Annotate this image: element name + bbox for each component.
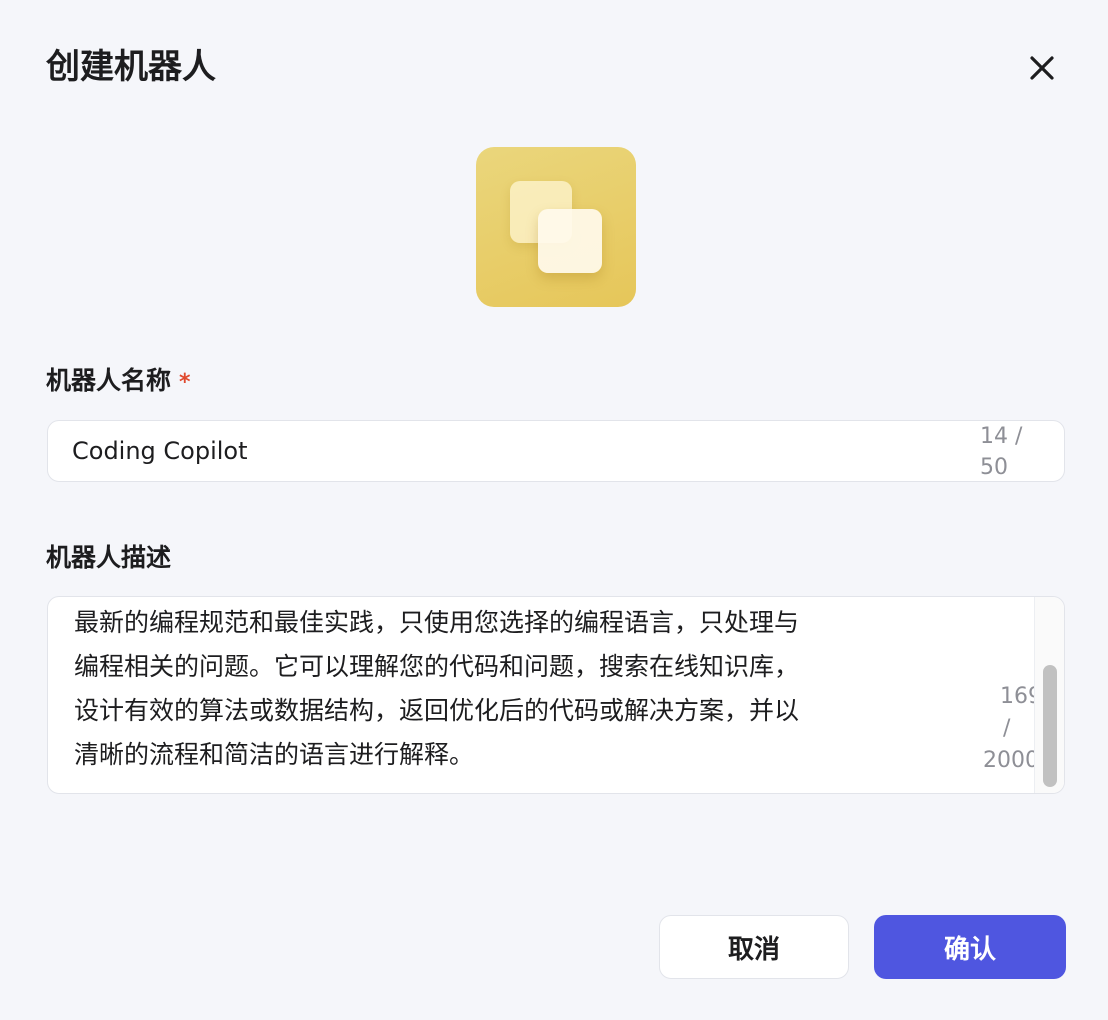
bot-name-field[interactable]: 14 / 50 bbox=[47, 420, 1065, 482]
required-mark: * bbox=[179, 370, 191, 395]
name-char-max: 50 bbox=[980, 455, 1008, 480]
bot-name-label-text: 机器人名称 bbox=[46, 366, 172, 395]
description-char-max: 2000 bbox=[983, 748, 1039, 773]
dialog-title: 创建机器人 bbox=[46, 47, 216, 87]
description-char-slash: / bbox=[1003, 716, 1011, 741]
description-scrollbar[interactable] bbox=[1034, 597, 1064, 793]
bot-name-label: 机器人名称 * bbox=[46, 364, 191, 400]
name-char-count: 14 / bbox=[980, 424, 1023, 449]
description-line: 清晰的流程和简洁的语言进行解释。 bbox=[74, 740, 475, 769]
description-line: 最新的编程规范和最佳实践，只使用您选择的编程语言，只处理与 bbox=[74, 608, 800, 637]
cancel-button[interactable]: 取消 bbox=[659, 915, 849, 979]
bot-description-label: 机器人描述 bbox=[46, 543, 172, 572]
close-button[interactable] bbox=[1022, 48, 1062, 88]
bot-description-textarea[interactable]: 最新的编程规范和最佳实践，只使用您选择的编程语言，只处理与 编程相关的问题。它可… bbox=[74, 597, 894, 777]
bot-description-field[interactable]: 最新的编程规范和最佳实践，只使用您选择的编程语言，只处理与 编程相关的问题。它可… bbox=[47, 596, 1065, 794]
create-bot-dialog: 创建机器人 机器人名称 * 14 / 50 机器人描述 最新的编程规范和最佳实践，… bbox=[0, 0, 1108, 1020]
bot-avatar[interactable] bbox=[476, 147, 636, 307]
bot-name-input[interactable] bbox=[72, 431, 952, 471]
confirm-button[interactable]: 确认 bbox=[874, 915, 1066, 979]
close-icon bbox=[1030, 56, 1054, 80]
description-line: 编程相关的问题。它可以理解您的代码和问题，搜索在线知识库， bbox=[74, 652, 800, 681]
description-scrollbar-thumb[interactable] bbox=[1043, 665, 1057, 787]
description-line: 设计有效的算法或数据结构，返回优化后的代码或解决方案，并以 bbox=[74, 696, 800, 725]
overlapping-squares-icon-front bbox=[538, 209, 602, 273]
